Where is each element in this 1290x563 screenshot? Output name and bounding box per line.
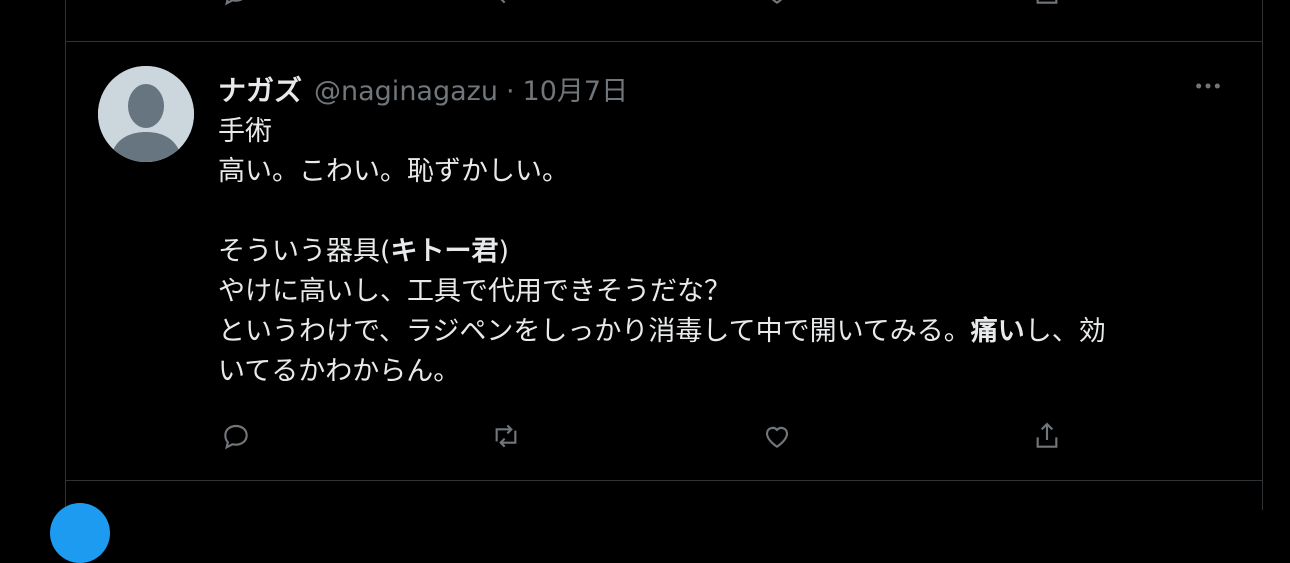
like-icon[interactable] — [759, 0, 795, 10]
share-button[interactable] — [1029, 418, 1065, 454]
tweet-text-segment: というわけで、ラジペンをしっかり消毒して中で開いてみる。 — [218, 316, 971, 347]
tweet-date[interactable]: 10月7日 — [523, 69, 629, 108]
divider — [66, 480, 1262, 481]
separator: · — [505, 76, 515, 107]
tweet-header: ナガズ @naginagazu · 10月7日 — [218, 69, 628, 109]
tweet-line: 手術 — [218, 116, 272, 147]
bold-text-segment: キトー君 — [390, 236, 499, 267]
timeline-column: ナガズ @naginagazu · 10月7日 手術 高い。こわい。恥ずかしい。… — [65, 0, 1263, 510]
tweet-line: そういう器具(キトー君) — [218, 232, 1218, 272]
tweet-text-segment: し、効 — [1024, 316, 1106, 347]
retweet-button[interactable] — [488, 418, 524, 454]
bold-text-segment: 痛い — [970, 316, 1025, 347]
reply-icon — [224, 424, 248, 450]
share-icon — [1036, 422, 1058, 448]
default-avatar-icon — [98, 66, 194, 162]
like-button[interactable] — [759, 418, 795, 454]
tweet[interactable]: ナガズ @naginagazu · 10月7日 手術 高い。こわい。恥ずかしい。… — [66, 42, 1262, 480]
next-tweet-avatar[interactable] — [50, 503, 110, 563]
retweet-icon — [495, 424, 517, 448]
more-icon — [1196, 83, 1220, 89]
more-options-button[interactable] — [1190, 68, 1226, 104]
reply-button[interactable] — [218, 418, 254, 454]
display-name[interactable]: ナガズ — [218, 69, 302, 109]
tweet-text-segment: そういう器具( — [218, 236, 391, 267]
like-icon — [765, 426, 789, 448]
tweet-line: いてるかわからん。 — [218, 356, 461, 387]
share-icon[interactable] — [1029, 0, 1065, 10]
tweet-text: 手術 高い。こわい。恥ずかしい。 そういう器具(キトー君) やけに高いし、工具で… — [218, 112, 1218, 392]
tweet-text-segment: ) — [498, 236, 510, 267]
reply-icon[interactable] — [218, 0, 254, 10]
tweet-line: というわけで、ラジペンをしっかり消毒して中で開いてみる。痛いし、効 — [218, 312, 1218, 352]
user-handle[interactable]: @naginagazu — [314, 76, 498, 107]
avatar[interactable] — [98, 66, 194, 162]
tweet-line: やけに高いし、工具で代用できそうだな？ — [218, 276, 731, 307]
tweet-actions — [66, 416, 1262, 456]
tweet-line: 高い。こわい。恥ずかしい。 — [218, 156, 569, 187]
retweet-icon[interactable] — [488, 0, 524, 10]
previous-tweet-actions — [66, 0, 1262, 12]
